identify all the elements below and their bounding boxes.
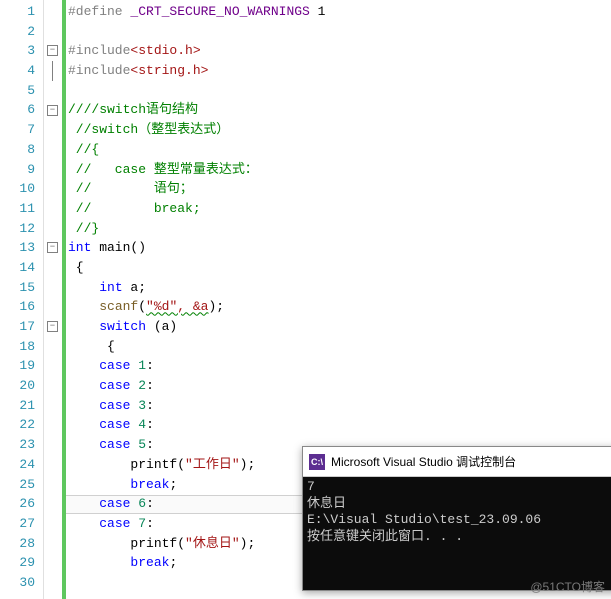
line-number: 25 [0,475,35,495]
line-number: 6 [0,100,35,120]
code-line[interactable]: case 7: [68,514,611,534]
line-number: 28 [0,534,35,554]
code-line[interactable]: //} [68,219,611,239]
line-number: 17 [0,317,35,337]
fold-toggle-icon[interactable]: − [47,321,58,332]
line-number-gutter: 1234567891011121314151617181920212223242… [0,0,44,599]
code-line[interactable]: case 4: [68,415,611,435]
line-number: 5 [0,81,35,101]
code-line[interactable]: printf("休息日"); [68,534,611,554]
code-line[interactable] [68,81,611,101]
line-number: 7 [0,120,35,140]
line-number: 24 [0,455,35,475]
code-line[interactable]: // 语句； [68,179,611,199]
code-editor[interactable]: 1234567891011121314151617181920212223242… [0,0,611,599]
line-number: 30 [0,573,35,593]
code-line[interactable]: // case 整型常量表达式： [68,160,611,180]
fold-column[interactable]: − − − − [44,0,62,599]
fold-toggle-icon[interactable]: − [47,242,58,253]
line-number: 19 [0,356,35,376]
code-area[interactable]: #define _CRT_SECURE_NO_WARNINGS 1 #includ… [66,0,611,599]
line-number: 14 [0,258,35,278]
code-line[interactable]: case 6: [68,494,611,514]
code-line[interactable]: case 5: [68,435,611,455]
line-number: 21 [0,396,35,416]
code-line[interactable]: break; [68,475,611,495]
line-number: 27 [0,514,35,534]
line-number: 13 [0,238,35,258]
line-number: 23 [0,435,35,455]
line-number: 29 [0,553,35,573]
line-number: 1 [0,2,35,22]
line-number: 22 [0,415,35,435]
code-line[interactable]: ////switch语句结构 [68,100,611,120]
code-line[interactable]: { [68,258,611,278]
code-line[interactable]: break; [68,553,611,573]
line-number: 20 [0,376,35,396]
code-line[interactable] [68,22,611,42]
code-line[interactable]: { [68,337,611,357]
code-line[interactable] [68,573,611,593]
line-number: 9 [0,160,35,180]
line-number: 16 [0,297,35,317]
code-line[interactable]: case 3: [68,396,611,416]
code-line[interactable]: int main() [68,238,611,258]
code-line[interactable]: int a; [68,278,611,298]
line-number: 4 [0,61,35,81]
code-line[interactable]: case 1: [68,356,611,376]
line-number: 3 [0,41,35,61]
code-line[interactable]: scanf("%d", &a); [68,297,611,317]
fold-guide-line [52,61,53,81]
code-line[interactable]: case 2: [68,376,611,396]
code-line[interactable]: #define _CRT_SECURE_NO_WARNINGS 1 [68,2,611,22]
fold-toggle-icon[interactable]: − [47,105,58,116]
code-line[interactable]: //{ [68,140,611,160]
line-number: 15 [0,278,35,298]
code-line[interactable]: switch (a) [68,317,611,337]
line-number: 18 [0,337,35,357]
line-number: 12 [0,219,35,239]
line-number: 26 [0,494,35,514]
line-number: 10 [0,179,35,199]
code-line[interactable]: // break; [68,199,611,219]
code-line[interactable]: printf("工作日"); [68,455,611,475]
line-number: 11 [0,199,35,219]
line-number: 8 [0,140,35,160]
code-line[interactable]: #include<string.h> [68,61,611,81]
fold-toggle-icon[interactable]: − [47,45,58,56]
code-line[interactable]: //switch（整型表达式） [68,120,611,140]
code-line[interactable]: #include<stdio.h> [68,41,611,61]
line-number: 2 [0,22,35,42]
